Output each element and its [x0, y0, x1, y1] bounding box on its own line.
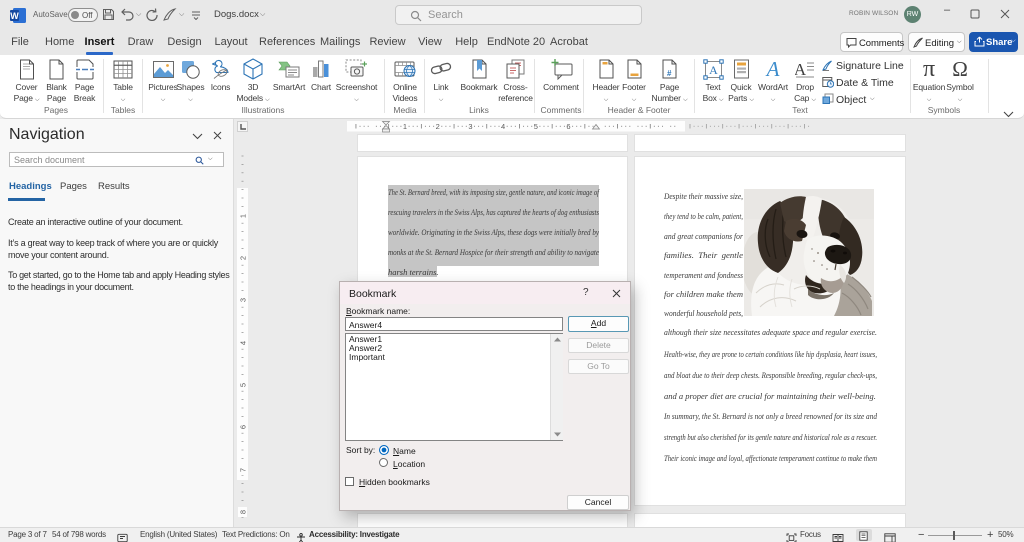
svg-text:2: 2 — [239, 256, 248, 260]
svg-text:6: 6 — [566, 122, 570, 131]
svg-text:7: 7 — [239, 468, 248, 472]
svg-text:A: A — [795, 60, 807, 79]
svg-text:6: 6 — [239, 425, 248, 429]
svg-text:1: 1 — [403, 122, 407, 131]
svg-text:8: 8 — [239, 510, 248, 514]
svg-text:1: 1 — [239, 214, 248, 218]
svg-text:4: 4 — [239, 341, 248, 345]
svg-text:A: A — [709, 63, 718, 77]
svg-text:#: # — [667, 69, 672, 78]
svg-text:3: 3 — [468, 122, 472, 131]
svg-text:W: W — [10, 11, 19, 21]
svg-text:2: 2 — [436, 122, 440, 131]
svg-text:3: 3 — [239, 298, 248, 302]
svg-text:5: 5 — [534, 122, 538, 131]
svg-text:5: 5 — [239, 383, 248, 387]
svg-text:4: 4 — [501, 122, 505, 131]
svg-text:A: A — [765, 59, 780, 79]
